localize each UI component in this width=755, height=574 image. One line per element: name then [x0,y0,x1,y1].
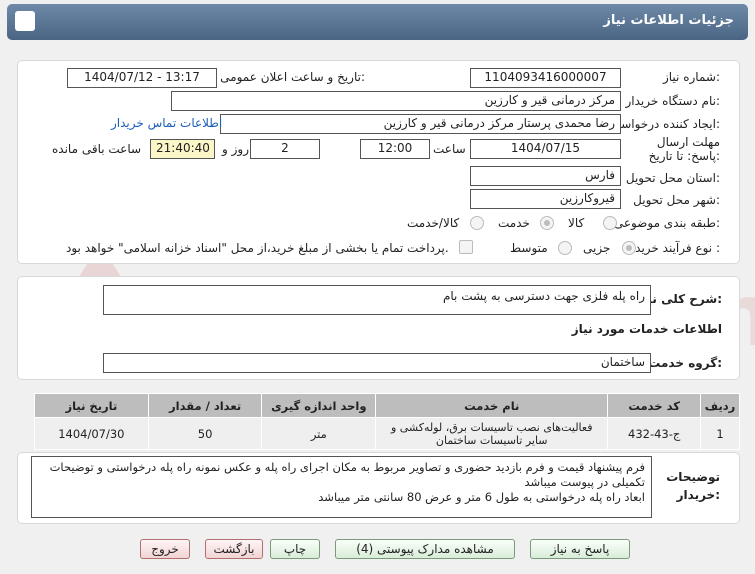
announce-date-label: تاریخ و ساعت اعلان عمومی: [220,70,365,84]
buyer-notes-label-2: خریدار: [676,488,720,502]
category-label: طبقه بندی موضوعی: [613,216,720,230]
deadline-time-label: ساعت [433,142,466,156]
cell-quantity: 50 [147,417,263,450]
category-goods-label: کالا [568,216,585,230]
col-service-code: کد خدمت [607,393,702,418]
need-number-field: 1104093416000007 [470,68,621,88]
creator-field: رضا محمدی پرستار مرکز درمانی قیر و کارزی… [220,114,621,134]
category-service-label: خدمت [498,216,530,230]
table-row: 1 ج-43-432 فعالیت‌های نصب تاسیسات برق، ل… [34,417,740,450]
need-summary-field: راه پله فلزی جهت دسترسی به پشت بام [103,285,651,315]
buyer-notes-line-3: ابعاد راه پله درخواستی به طول 6 متر و عر… [318,490,645,504]
page-title: جزئیات اطلاعات نیاز [603,13,734,28]
cell-unit: متر [261,417,377,450]
cell-service-code: ج-43-432 [607,417,702,450]
print-button[interactable]: چاپ [270,539,320,559]
table-header-row: ردیف کد خدمت نام خدمت واحد اندازه گیری ت… [34,393,740,418]
days-remaining-field: 2 [250,139,320,159]
page-header: جزئیات اطلاعات نیاز [7,4,748,40]
reply-button[interactable]: پاسخ به نیاز [530,539,630,559]
process-radio-medium[interactable] [558,241,572,255]
deadline-time-field: 12:00 [360,139,430,159]
treasury-note: پرداخت تمام یا بخشی از مبلغ خرید،از محل … [66,241,449,255]
buyer-notes-line-1: فرم پیشنهاد قیمت و فرم بازدید حضوری و تص… [49,460,645,474]
process-medium-label: متوسط [510,241,548,255]
buyer-contact-link[interactable]: اطلاعات تماس خریدار [111,116,222,130]
process-minor-label: جزیی [583,241,611,255]
process-type-label: نوع فرآیند خرید : [635,241,720,255]
province-field: فارس [470,166,621,186]
collapse-icon[interactable] [15,11,35,31]
attachments-button[interactable]: مشاهده مدارک پیوستی (4) [335,539,515,559]
col-quantity: تعداد / مقدار [147,393,263,418]
services-info-heading: اطلاعات خدمات مورد نیاز [571,322,722,336]
category-goods-service-label: کالا/خدمت [407,216,460,230]
deadline-date-field: 1404/07/15 [470,139,621,159]
province-label: استان محل تحویل: [625,171,720,185]
remaining-label: ساعت باقی مانده [52,142,142,156]
col-need-date: تاریخ نیاز [34,393,149,418]
cell-need-date: 1404/07/30 [34,417,149,450]
col-service-name: نام خدمت [375,393,609,418]
category-radio-service[interactable] [540,216,554,230]
buyer-notes-line-2: تکمیلی در پیوست میباشد [524,475,645,489]
category-radio-goods-service[interactable] [470,216,484,230]
exit-button[interactable]: خروج [140,539,190,559]
process-radio-minor[interactable] [622,241,636,255]
treasury-checkbox[interactable] [459,240,473,254]
col-unit: واحد اندازه گیری [261,393,377,418]
need-number-label: شماره نیاز: [662,70,720,84]
days-label: روز و [222,142,249,156]
city-field: قیروکارزین [470,189,621,209]
service-group-field: ساختمان [103,353,651,373]
back-button[interactable]: بازگشت [205,539,263,559]
buyer-notes-field: فرم پیشنهاد قیمت و فرم بازدید حضوری و تص… [31,456,652,518]
announce-date-field: 1404/07/12 - 13:17 [67,68,217,88]
cell-service-name: فعالیت‌های نصب تاسیسات برق، لوله‌کشی و س… [375,417,609,450]
category-radio-goods[interactable] [603,216,617,230]
buyer-org-field: مرکز درمانی قیر و کارزین [171,91,621,111]
buyer-notes-label-1: توضیحات [666,470,720,484]
city-label: شهر محل تحویل: [633,193,720,207]
service-group-label: گروه خدمت: [648,356,722,370]
creator-label: ایجاد کننده درخواست: [609,117,720,131]
remaining-time-field: 21:40:40 [150,139,215,159]
services-table: ردیف کد خدمت نام خدمت واحد اندازه گیری ت… [34,393,740,450]
col-row: ردیف [700,393,740,418]
buyer-org-label: نام دستگاه خریدار: [625,94,721,108]
deadline-label: مهلت ارسال پاسخ: تا تاریخ: [648,135,720,163]
cell-row: 1 [700,417,740,450]
